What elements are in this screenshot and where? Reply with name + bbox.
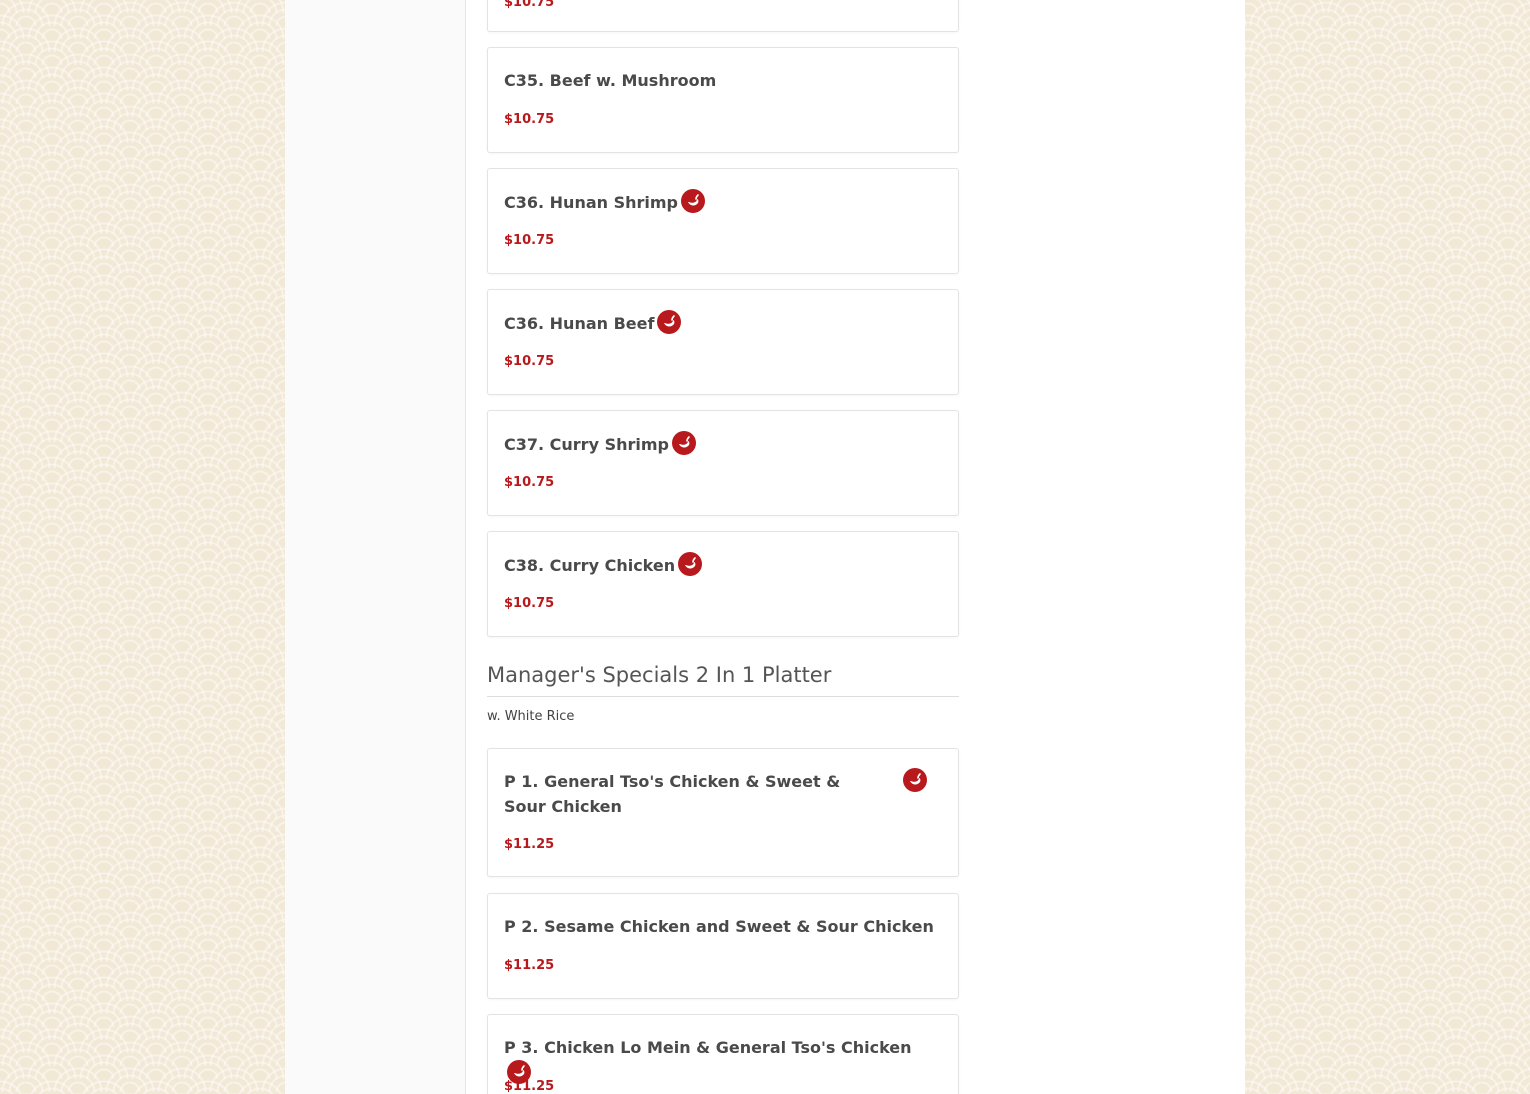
item-price: $11.25 — [504, 837, 555, 852]
section-title: Manager's Specials 2 In 1 Platter — [487, 660, 959, 697]
item-price: $10.75 — [504, 233, 555, 248]
item-name: C36. Hunan Shrimp — [504, 189, 874, 215]
menu-item-card[interactable]: P 2. Sesame Chicken and Sweet & Sour Chi… — [487, 893, 959, 999]
item-name: P 3. Chicken Lo Mein & General Tso's Chi… — [504, 1035, 934, 1086]
item-price: $10.75 — [504, 0, 555, 10]
item-name: C38. Curry Chicken — [504, 552, 874, 578]
item-price: $11.25 — [504, 1079, 555, 1094]
item-price: $10.75 — [504, 475, 555, 490]
menu-item-card[interactable]: C37. Curry Shrimp $10.75 — [487, 410, 959, 516]
chili-pepper-icon — [671, 431, 696, 455]
chili-pepper-icon — [678, 552, 703, 576]
item-price: $11.25 — [504, 958, 555, 973]
item-name: P 1. General Tso's Chicken & Sweet & Sou… — [504, 772, 841, 816]
page-container: $10.75 C35. Beef w. Mushroom $10.75 C36.… — [285, 0, 1245, 1094]
menu-item-card[interactable]: C36. Hunan Shrimp $10.75 — [487, 168, 959, 274]
item-price: $10.75 — [504, 354, 555, 369]
chili-pepper-icon — [903, 768, 927, 792]
menu-item-card[interactable]: C36. Hunan Beef $10.75 — [487, 289, 959, 395]
item-price: $10.75 — [504, 596, 555, 611]
item-name: P 2. Sesame Chicken and Sweet & Sour Chi… — [504, 917, 934, 936]
menu-item-card[interactable]: P 3. Chicken Lo Mein & General Tso's Chi… — [487, 1014, 959, 1094]
menu-item-card[interactable]: C35. Beef w. Mushroom $10.75 — [487, 47, 959, 153]
item-name: C35. Beef w. Mushroom — [504, 71, 717, 90]
section-subtitle: w. White Rice — [487, 709, 575, 724]
item-name: C37. Curry Shrimp — [504, 431, 874, 457]
category-sidebar — [285, 0, 466, 1094]
menu-item-card[interactable]: P 1. General Tso's Chicken & Sweet & Sou… — [487, 748, 959, 877]
chili-pepper-icon — [657, 310, 682, 334]
item-price: $10.75 — [504, 112, 555, 127]
chili-pepper-icon — [681, 189, 705, 213]
menu-item-card[interactable]: $10.75 — [487, 0, 959, 32]
menu-item-card[interactable]: C38. Curry Chicken $10.75 — [487, 531, 959, 637]
item-name: C36. Hunan Beef — [504, 310, 874, 336]
